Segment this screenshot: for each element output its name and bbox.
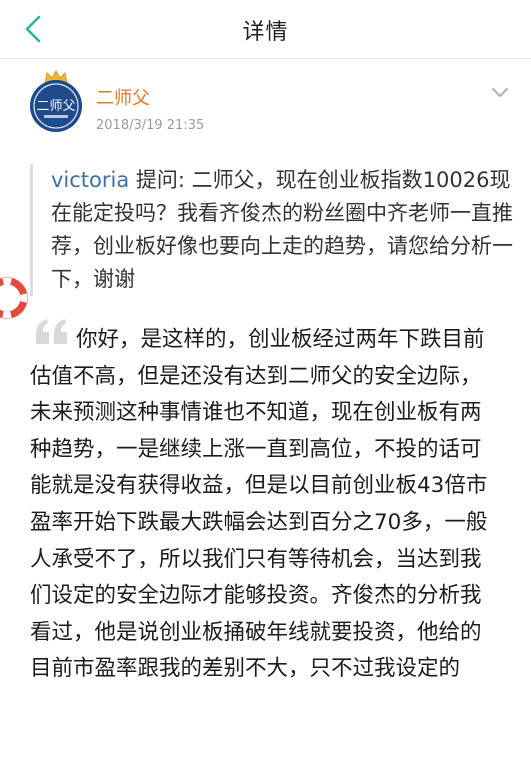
detail-screen: 详情 二师父 二师父 2018/3/19 21:35 victoria 提问: … xyxy=(0,0,531,774)
answer-text: 你好，是这样的，创业板经过两年下跌目前估值不高，但是还没有达到二师父的安全边际，… xyxy=(30,327,488,682)
post-timestamp: 2018/3/19 21:35 xyxy=(96,118,205,133)
avatar-text: 二师父 xyxy=(36,99,75,114)
lifebuoy-icon[interactable] xyxy=(0,277,28,319)
question-prefix: 提问: xyxy=(129,168,192,192)
chevron-down-icon xyxy=(492,87,508,97)
author-header: 二师父 二师父 2018/3/19 21:35 xyxy=(0,66,531,146)
avatar[interactable]: 二师父 xyxy=(30,80,82,132)
author-name[interactable]: 二师父 xyxy=(96,84,150,110)
quoted-question: victoria 提问: 二师父，现在创业板指数10026现在能定投吗？我看齐俊… xyxy=(30,164,521,296)
avatar-image: 二师父 xyxy=(30,80,82,132)
more-options-button[interactable] xyxy=(487,82,513,102)
page-title: 详情 xyxy=(242,20,289,45)
top-nav-bar: 详情 xyxy=(0,0,531,59)
question-user[interactable]: victoria xyxy=(51,168,129,192)
post-content: victoria 提问: 二师父，现在创业板指数10026现在能定投吗？我看齐俊… xyxy=(0,150,531,774)
